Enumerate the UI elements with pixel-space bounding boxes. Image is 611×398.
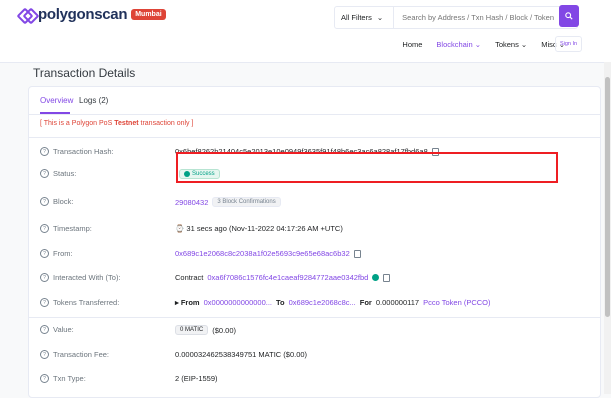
search-bar: All Filters ⌄ — [334, 6, 578, 29]
token-amount: 0.000000117 — [375, 298, 420, 307]
help-icon: ? — [40, 298, 49, 307]
scrollbar-thumb[interactable] — [605, 77, 610, 317]
logo-text: polygonscan — [38, 6, 128, 23]
row-timestamp: ? Timestamp: ⌚ 31 secs ago (Nov-11-2022 0… — [29, 219, 600, 239]
sign-in-button[interactable]: Sign In — [555, 36, 582, 52]
chevron-down-icon: ⌄ — [376, 13, 384, 22]
logo[interactable]: polygonscan Mumbai — [16, 6, 166, 24]
row-transaction-fee: ? Transaction Fee: 0.000032462538349751 M… — [29, 345, 600, 365]
copy-icon[interactable] — [353, 249, 361, 258]
value-badge: 0 MATIC — [175, 325, 209, 335]
help-icon: ? — [40, 147, 49, 156]
transaction-fee-value: 0.000032462538349751 MATIC ($0.00) — [175, 350, 308, 359]
divider — [29, 317, 600, 318]
search-icon — [565, 12, 573, 20]
timestamp-value: ⌚ 31 secs ago (Nov-11-2022 04:17:26 AM +… — [175, 224, 343, 233]
copy-icon[interactable] — [383, 273, 391, 282]
filter-dropdown[interactable]: All Filters ⌄ — [335, 7, 395, 28]
from-address-link[interactable]: 0x689c1e2068c8c2038a1f02e5693c9e65e68ac6… — [175, 249, 350, 258]
help-icon: ? — [40, 325, 49, 334]
testnet-notice: [ This is a Polygon PoS Testnet transact… — [40, 120, 194, 127]
help-icon: ? — [40, 197, 49, 206]
network-badge: Mumbai — [131, 9, 166, 20]
transaction-card: Overview Logs (2) [ This is a Polygon Po… — [28, 86, 601, 398]
token-name-link[interactable]: Pcco Token (PCCO) — [423, 298, 490, 307]
help-icon: ? — [40, 273, 49, 282]
block-number-link[interactable]: 29080432 — [175, 198, 208, 207]
nav-tokens[interactable]: Tokens ⌄ — [495, 40, 527, 49]
verified-check-icon — [372, 274, 380, 281]
row-block: ? Block: 29080432 3 Block Confirmations — [29, 192, 600, 212]
page-title: Transaction Details — [33, 66, 136, 80]
tab-overview[interactable]: Overview — [40, 96, 73, 105]
tab-bar: Overview Logs (2) — [29, 87, 600, 115]
polygon-logo-icon — [16, 7, 40, 24]
search-input[interactable] — [394, 12, 575, 23]
filter-label: All Filters — [341, 13, 372, 22]
divider — [29, 137, 600, 138]
row-value: ? Value: 0 MATIC ($0.00) — [29, 320, 600, 340]
row-tokens-transferred: ? Tokens Transferred: ▸ From 0x0000000000… — [29, 293, 600, 313]
help-icon: ? — [40, 374, 49, 383]
confirmations-badge: 3 Block Confirmations — [212, 197, 281, 207]
help-icon: ? — [40, 224, 49, 233]
nav-home[interactable]: Home — [402, 40, 422, 49]
scrollbar[interactable] — [604, 62, 611, 394]
search-button[interactable] — [559, 5, 579, 27]
main-nav: Home Blockchain ⌄ Tokens ⌄ Misc ⌄ — [402, 40, 565, 49]
help-icon: ? — [40, 350, 49, 359]
help-icon: ? — [40, 169, 49, 178]
row-from: ? From: 0x689c1e2068c8c2038a1f02e5693c9e6… — [29, 244, 600, 264]
nav-blockchain[interactable]: Blockchain ⌄ — [436, 40, 481, 49]
token-to-link[interactable]: 0x689c1e2068c8c... — [289, 298, 356, 307]
token-from-link[interactable]: 0x0000000000000... — [204, 298, 272, 307]
tab-logs[interactable]: Logs (2) — [79, 96, 108, 105]
tab-active-indicator — [40, 112, 70, 114]
help-icon: ? — [40, 249, 49, 258]
row-txn-type: ? Txn Type: 2 (EIP-1559) — [29, 369, 600, 389]
row-interacted-with: ? Interacted With (To): Contract 0xa6f7086… — [29, 268, 600, 288]
value-usd: ($0.00) — [212, 325, 236, 335]
top-bar: polygonscan Mumbai All Filters ⌄ Home Bl… — [0, 0, 611, 63]
status-highlight-box — [176, 152, 558, 183]
contract-address-link[interactable]: 0xa6f7086c1576fc4e1caeaf9284772aae0342fb… — [207, 273, 368, 282]
txn-type-value: 2 (EIP-1559) — [175, 374, 218, 383]
